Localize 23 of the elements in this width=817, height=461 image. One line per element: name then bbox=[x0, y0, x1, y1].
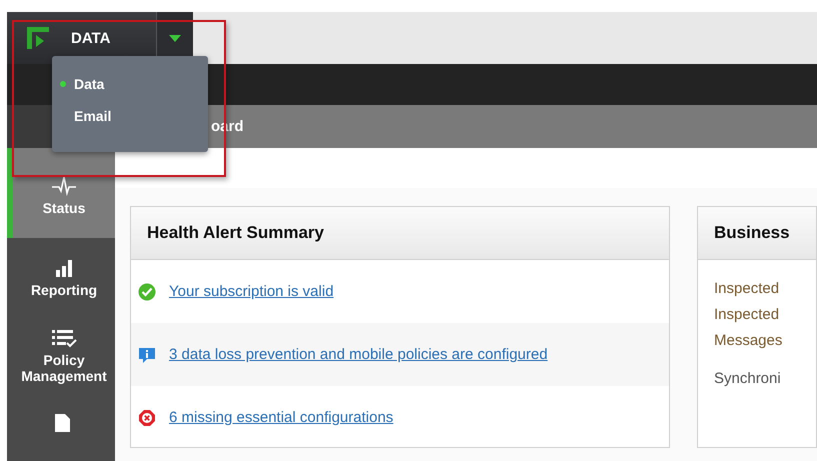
alert-link[interactable]: 3 data loss prevention and mobile policies are configured bbox=[169, 346, 548, 363]
alert-link[interactable]: 6 missing essential configurations bbox=[169, 409, 394, 426]
card-title: Business bbox=[714, 223, 790, 243]
card-title: Health Alert Summary bbox=[147, 223, 324, 243]
logo-icon bbox=[27, 27, 49, 49]
nav-item[interactable]: Reporting bbox=[7, 238, 115, 308]
stat-label: Messages bbox=[714, 331, 784, 351]
menu-item[interactable]: Data bbox=[74, 76, 104, 92]
error-icon bbox=[138, 408, 156, 426]
stat-label: Inspected bbox=[714, 279, 780, 299]
info-icon bbox=[138, 346, 156, 364]
alert-link[interactable]: Your subscription is valid bbox=[169, 283, 334, 300]
check-icon bbox=[138, 282, 156, 300]
product-name: DATA bbox=[71, 30, 110, 46]
pulse-icon bbox=[51, 174, 77, 196]
stat-label: Synchroni bbox=[714, 369, 782, 389]
bar-chart-icon bbox=[54, 258, 74, 278]
checklist-icon bbox=[51, 328, 77, 348]
nav-item[interactable]: Policy Management bbox=[7, 308, 115, 394]
stat-label: Inspected bbox=[714, 305, 780, 325]
menu-item[interactable]: Email bbox=[74, 108, 112, 124]
caret-icon bbox=[169, 34, 181, 42]
nav-item[interactable]: Status bbox=[7, 148, 115, 238]
